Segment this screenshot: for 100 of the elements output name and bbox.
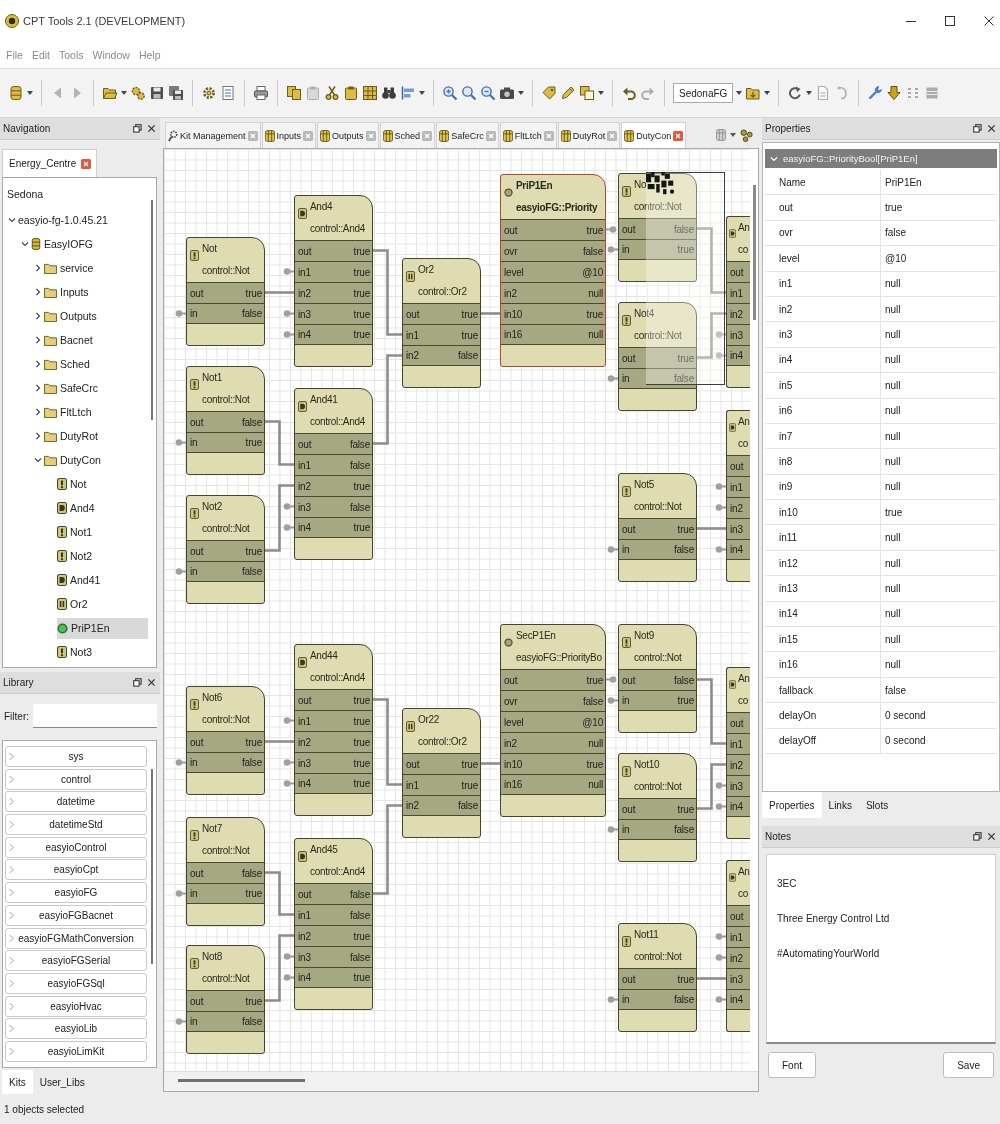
menu-item[interactable]: File <box>6 49 23 61</box>
close-icon[interactable] <box>987 124 996 133</box>
filter-field[interactable] <box>33 704 157 728</box>
clipboard-icon[interactable] <box>343 85 359 101</box>
editor-tab[interactable]: Kit Management <box>165 122 261 148</box>
save-icon[interactable] <box>149 85 165 101</box>
chevron-right-icon[interactable] <box>34 336 42 344</box>
menu-item[interactable]: Edit <box>31 49 50 61</box>
library-kit-item[interactable]: easyioCpt <box>5 859 147 881</box>
library-kit-item[interactable]: easyioFGSerial <box>5 950 147 972</box>
tree-item[interactable]: FltLtch <box>44 401 96 423</box>
save-button[interactable]: Save <box>943 1052 994 1078</box>
library-kit-item[interactable]: easyioControl <box>5 836 147 858</box>
duplicate-icon[interactable] <box>579 85 595 101</box>
chevron-right-icon[interactable] <box>34 432 42 440</box>
library-kit-item[interactable]: easyioLimKit <box>5 1040 147 1062</box>
tree-item[interactable]: Or2 <box>57 593 92 615</box>
tree-item[interactable]: Not3 <box>57 641 97 663</box>
chevron-right-icon[interactable] <box>34 360 42 368</box>
table-icon[interactable] <box>362 85 378 101</box>
dropdown-caret-icon[interactable] <box>764 91 771 95</box>
tree-item[interactable]: service <box>44 257 98 279</box>
align-left-icon[interactable] <box>400 85 416 101</box>
zoom-out-icon[interactable] <box>480 85 496 101</box>
scrollbar-thumb[interactable] <box>752 185 756 320</box>
dropdown-caret-icon[interactable] <box>27 91 33 95</box>
gears-icon[interactable] <box>130 85 146 101</box>
folder-arrow-icon[interactable] <box>745 85 762 101</box>
tree-item[interactable]: Outputs <box>44 305 101 327</box>
library-kit-item[interactable]: easyioLib <box>5 1018 147 1040</box>
dropdown-caret-icon[interactable] <box>518 91 524 95</box>
library-kit-item[interactable]: easyioHvac <box>5 995 147 1017</box>
tree-item[interactable]: Inputs <box>44 281 93 303</box>
panel-tab[interactable]: User_Libs <box>32 1070 92 1094</box>
panel-tab[interactable]: Properties <box>762 792 822 818</box>
library-kit-item[interactable]: control <box>5 768 147 790</box>
tree-item[interactable]: EasyIOFG <box>31 233 97 255</box>
scissors-icon[interactable] <box>324 85 340 101</box>
tree-item[interactable]: And41 <box>57 569 105 591</box>
chevron-down-icon[interactable] <box>21 240 29 248</box>
editor-tab[interactable]: FltLtch <box>499 122 557 148</box>
close-icon[interactable] <box>147 124 156 133</box>
chevron-right-icon[interactable] <box>34 384 42 392</box>
folder-open-icon[interactable] <box>102 85 118 101</box>
gear-icon[interactable] <box>201 85 217 101</box>
chevron-right-icon[interactable] <box>34 408 42 416</box>
tree-item[interactable]: SafeCrc <box>44 377 102 399</box>
chevron-down-icon[interactable] <box>770 154 778 163</box>
close-icon[interactable] <box>984 16 994 26</box>
panel-tab[interactable]: Kits <box>2 1070 33 1094</box>
menu-item[interactable]: Window <box>92 49 130 61</box>
menu-item[interactable]: Tools <box>59 49 84 61</box>
property-group-header[interactable]: easyioFG::PriorityBool[PriP1En] <box>765 149 997 168</box>
close-icon[interactable] <box>147 678 156 687</box>
chevron-down-icon[interactable] <box>8 216 16 224</box>
panel-tab[interactable]: Links <box>821 792 859 818</box>
dropdown-caret-icon[interactable] <box>598 91 604 95</box>
editor-tab[interactable]: DutyCon <box>621 122 687 148</box>
tree-item[interactable]: Not <box>57 473 91 495</box>
scrollbar-thumb[interactable] <box>151 200 153 420</box>
database-icon[interactable] <box>8 85 24 101</box>
panel-tab[interactable]: Slots <box>858 792 896 818</box>
editor-tab[interactable]: DutyRot <box>557 122 621 148</box>
restore-icon[interactable] <box>133 124 142 133</box>
chevron-down-icon[interactable] <box>34 456 42 464</box>
circle-cluster-icon[interactable] <box>740 128 753 142</box>
dropdown-caret-icon[interactable] <box>806 91 813 95</box>
camera-icon[interactable] <box>499 85 515 101</box>
tag-icon[interactable] <box>541 85 557 101</box>
zoom-in-icon[interactable] <box>442 85 458 101</box>
tree-item[interactable]: Sedona <box>7 183 48 205</box>
tree-item[interactable]: Not2 <box>57 545 97 567</box>
tree-item[interactable]: DutyRot <box>44 425 102 447</box>
library-kit-item[interactable]: easyioFGMathConversion <box>5 927 147 949</box>
editor-tab[interactable]: Inputs <box>261 122 317 148</box>
tree-item[interactable]: DutyCon <box>44 449 105 471</box>
restore-icon[interactable] <box>973 124 982 133</box>
editor-tab[interactable]: Sched <box>379 122 436 148</box>
printer-icon[interactable] <box>253 85 269 101</box>
down-arrow-icon[interactable] <box>886 85 903 101</box>
font-button[interactable]: Font <box>768 1052 816 1078</box>
scrollbar-thumb[interactable] <box>151 769 153 964</box>
save-all-icon[interactable] <box>168 85 184 101</box>
document-tab[interactable]: Energy_Centre <box>2 149 98 177</box>
maximize-icon[interactable] <box>945 16 955 26</box>
chevron-right-icon[interactable] <box>34 312 42 320</box>
restore-icon[interactable] <box>973 832 982 841</box>
tree-item[interactable]: easyio-fg-1.0.45.21 <box>18 209 112 231</box>
dropdown-caret-icon[interactable] <box>419 91 425 95</box>
tree-item[interactable]: Bacnet <box>44 329 97 351</box>
tree-item[interactable]: PriP1En <box>57 617 148 639</box>
chevron-right-icon[interactable] <box>34 288 42 296</box>
wrench-icon[interactable] <box>867 85 884 101</box>
dropdown-caret-icon[interactable] <box>121 91 127 95</box>
binoculars-icon[interactable] <box>381 85 397 101</box>
chevron-right-icon[interactable] <box>34 264 42 272</box>
tree-item[interactable]: And4 <box>57 497 99 519</box>
restore-icon[interactable] <box>133 678 142 687</box>
undo-icon[interactable] <box>621 85 637 101</box>
library-kit-item[interactable]: easyioFGBacnet <box>5 904 147 926</box>
